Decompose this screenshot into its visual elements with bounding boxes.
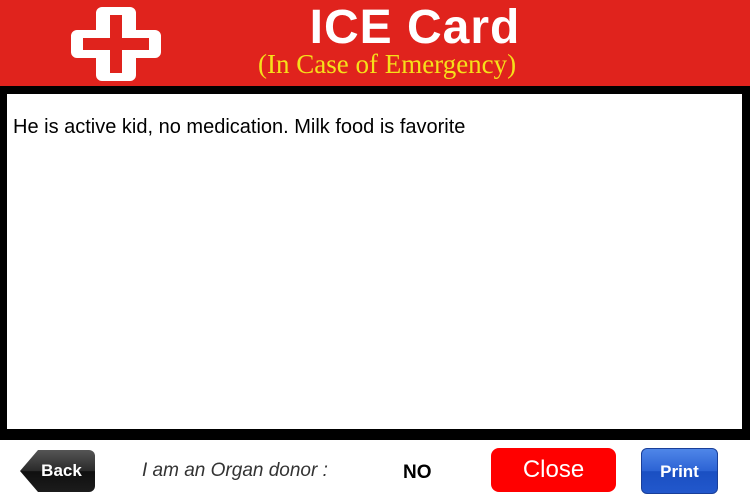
organ-donor-value: NO	[403, 462, 432, 483]
organ-donor-label: I am an Organ donor :	[142, 460, 328, 481]
page-subtitle: (In Case of Emergency)	[258, 49, 517, 79]
footer-toolbar: Back I am an Organ donor : NO Close Prin…	[0, 437, 750, 503]
print-button[interactable]: Print	[641, 448, 718, 494]
close-button[interactable]: Close	[491, 448, 616, 492]
header-divider	[0, 86, 750, 90]
header-bar: ICE Card (In Case of Emergency)	[0, 0, 750, 86]
medical-cross-icon	[71, 7, 161, 81]
notes-text: He is active kid, no medication. Milk fo…	[13, 116, 466, 138]
notes-panel[interactable]: He is active kid, no medication. Milk fo…	[5, 92, 744, 431]
back-button[interactable]: Back	[20, 450, 95, 492]
